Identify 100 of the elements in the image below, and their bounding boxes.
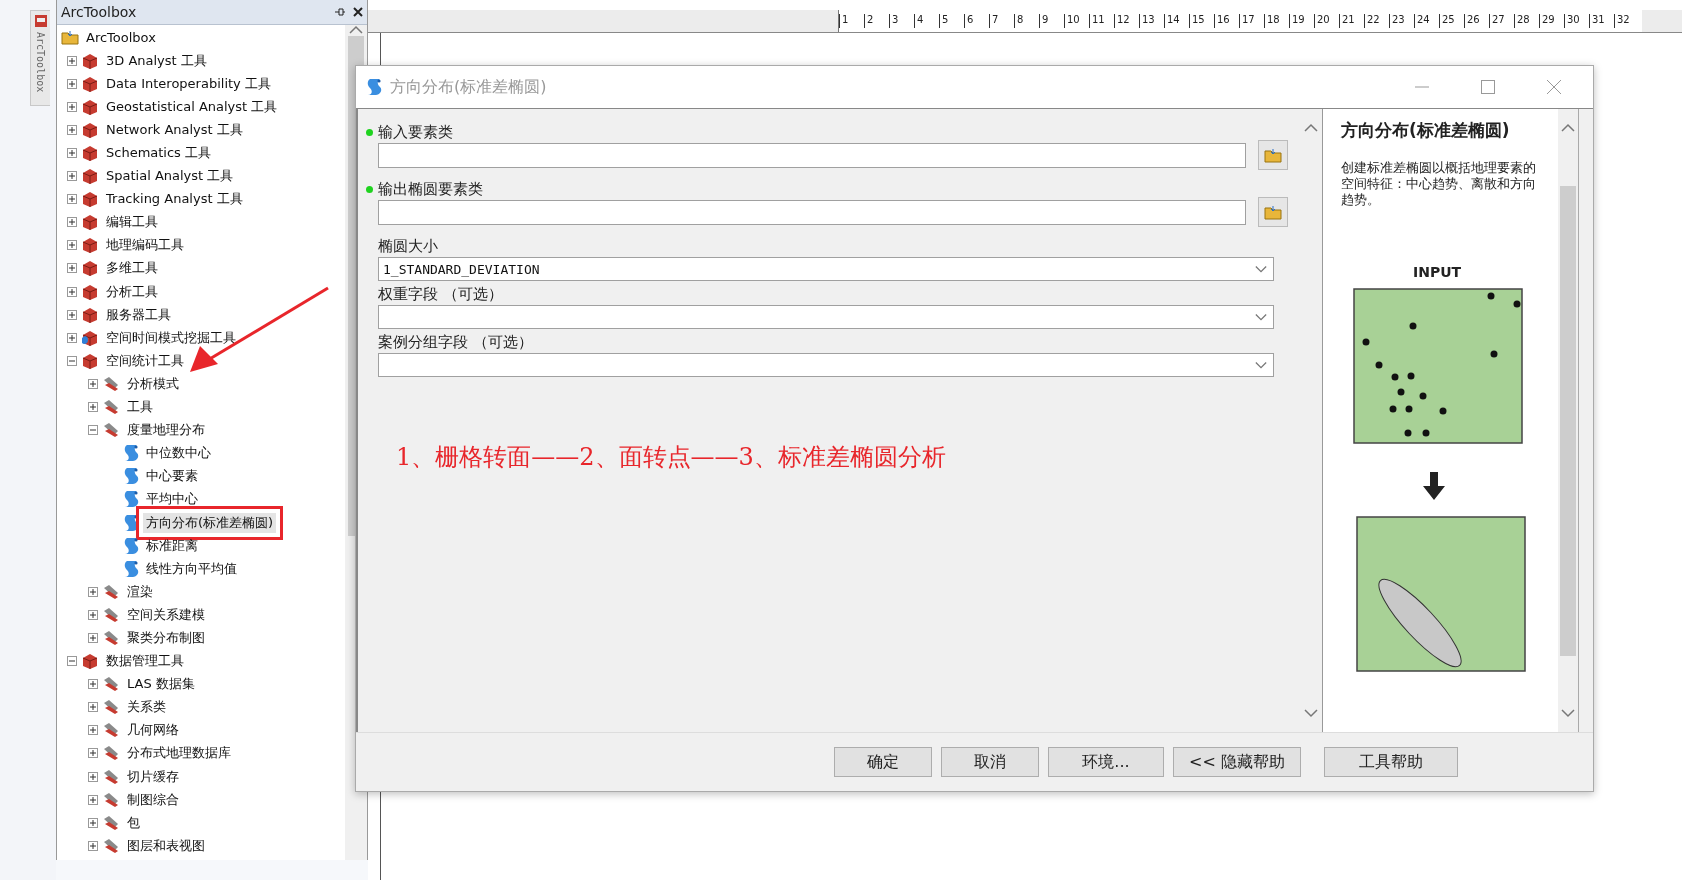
expand-icon[interactable]	[88, 679, 98, 690]
tree-item[interactable]: 聚类分布制图	[124, 628, 208, 648]
tree-item[interactable]: 标准距离	[143, 535, 201, 556]
scroll-down-icon[interactable]	[1304, 709, 1318, 718]
dropdown-field[interactable]: 1_STANDARD_DEVIATION	[378, 257, 1274, 281]
expand-icon[interactable]	[67, 217, 77, 228]
tree-item[interactable]: Data Interoperability 工具	[103, 73, 274, 94]
expand-icon[interactable]	[88, 702, 98, 713]
scroll-down-icon[interactable]	[1561, 709, 1575, 718]
tree-item[interactable]: LAS 数据集	[124, 674, 198, 695]
ruler-number: 7	[989, 14, 1014, 28]
expand-icon[interactable]	[67, 286, 77, 297]
expand-icon[interactable]	[88, 794, 98, 805]
ruler-number: 29	[1539, 14, 1564, 28]
tree-item[interactable]: Network Analyst 工具	[103, 119, 246, 140]
toolbox-icon	[81, 98, 99, 115]
scroll-up-icon[interactable]	[1561, 123, 1575, 132]
tree-item[interactable]: 平均中心	[143, 489, 201, 510]
tree-item[interactable]: 中位数中心	[143, 443, 214, 464]
ruler-number: 24	[1414, 14, 1439, 28]
dialog-button[interactable]: 确定	[834, 747, 932, 777]
tree-item[interactable]: 数据管理工具	[103, 651, 187, 672]
scroll-up-icon[interactable]	[349, 25, 363, 34]
toolbox-icon	[33, 14, 48, 28]
maximize-icon[interactable]	[1481, 80, 1495, 94]
expand-icon[interactable]	[88, 771, 98, 782]
tree-item[interactable]: 切片缓存	[124, 766, 182, 787]
tree-item[interactable]: ArcToolbox	[83, 29, 159, 47]
scroll-up-icon[interactable]	[1304, 123, 1318, 132]
close-icon[interactable]	[353, 7, 363, 17]
expand-icon[interactable]	[88, 840, 98, 851]
input-field[interactable]	[378, 143, 1246, 168]
expand-icon[interactable]	[67, 332, 77, 343]
tree-item[interactable]: 图层和表视图	[124, 835, 208, 856]
expand-icon[interactable]	[67, 124, 77, 135]
tree-item[interactable]: 服务器工具	[103, 304, 174, 325]
tree-item[interactable]: 几何网络	[124, 720, 182, 741]
tree-item[interactable]: 编辑工具	[103, 212, 161, 233]
tree-item[interactable]: 空间统计工具	[103, 350, 187, 371]
expand-icon[interactable]	[88, 817, 98, 828]
folder-icon	[1264, 204, 1282, 220]
parameter-label: 权重字段 （可选）	[378, 284, 503, 304]
expand-icon[interactable]	[88, 402, 98, 413]
dropdown-field[interactable]	[378, 353, 1274, 377]
expand-icon[interactable]	[88, 633, 98, 643]
tree-item[interactable]: 工具	[124, 397, 156, 418]
tree-item[interactable]: 关系类	[124, 697, 169, 718]
collapse-icon[interactable]	[88, 425, 98, 436]
tree-item[interactable]: 度量地理分布	[124, 420, 208, 441]
toolset-icon	[102, 399, 120, 416]
dropdown-caret-icon[interactable]	[1255, 312, 1267, 322]
expand-icon[interactable]	[67, 240, 77, 251]
collapse-icon[interactable]	[67, 355, 77, 366]
expand-icon[interactable]	[88, 748, 98, 759]
dialog-button[interactable]: << 隐藏帮助	[1173, 747, 1301, 777]
expand-icon[interactable]	[67, 101, 77, 112]
side-tab[interactable]: ArcToolbox	[30, 10, 50, 106]
tree-item[interactable]: 制图综合	[124, 789, 182, 810]
tree-item[interactable]: 分布式地理数据库	[124, 743, 234, 764]
parameter-label: 案例分组字段 （可选）	[378, 332, 533, 352]
tree-item[interactable]: 分析模式	[124, 373, 182, 394]
dialog-button[interactable]: 工具帮助	[1324, 747, 1458, 777]
expand-icon[interactable]	[67, 263, 77, 274]
expand-icon[interactable]	[67, 309, 77, 320]
expand-icon[interactable]	[67, 194, 77, 205]
dropdown-field[interactable]	[378, 305, 1274, 329]
tree-item[interactable]: 3D Analyst 工具	[103, 50, 210, 71]
tree-item[interactable]: Schematics 工具	[103, 143, 215, 163]
toolbox-icon	[81, 121, 99, 138]
toolbox-icon	[81, 52, 99, 69]
scrollbar-thumb[interactable]	[1560, 185, 1576, 656]
tree-item[interactable]: 空间关系建模	[124, 604, 208, 625]
tree-item[interactable]: 包	[124, 812, 143, 833]
expand-icon[interactable]	[88, 609, 98, 620]
collapse-icon[interactable]	[67, 656, 77, 667]
ruler-number: 10	[1064, 14, 1089, 28]
tree-item[interactable]: 分析工具	[103, 281, 161, 302]
tree-item[interactable]: 多维工具	[103, 258, 161, 279]
dropdown-caret-icon[interactable]	[1255, 360, 1267, 370]
tree-item[interactable]: Spatial Analyst 工具	[103, 166, 237, 187]
expand-icon[interactable]	[67, 171, 77, 182]
input-field[interactable]	[378, 200, 1246, 225]
expand-icon[interactable]	[88, 725, 98, 736]
tree-item[interactable]: 中心要素	[143, 466, 201, 487]
expand-icon[interactable]	[67, 55, 77, 66]
pin-icon[interactable]	[335, 7, 345, 17]
tree-item[interactable]: 地理编码工具	[103, 235, 187, 256]
expand-icon[interactable]	[88, 378, 98, 389]
dialog-button[interactable]: 环境...	[1048, 747, 1164, 777]
ruler-number: 4	[914, 14, 939, 28]
expand-icon[interactable]	[67, 78, 77, 89]
tree-item[interactable]: Geostatistical Analyst 工具	[103, 96, 281, 117]
tree-item[interactable]: Tracking Analyst 工具	[103, 189, 246, 210]
tree-item[interactable]: 线性方向平均值	[143, 558, 240, 579]
tree-item[interactable]: 渲染	[124, 581, 156, 602]
tree-item[interactable]: 空间时间模式挖掘工具	[103, 327, 239, 348]
dialog-button[interactable]: 取消	[941, 747, 1039, 777]
expand-icon[interactable]	[67, 148, 77, 158]
dropdown-caret-icon[interactable]	[1255, 264, 1267, 274]
expand-icon[interactable]	[88, 586, 98, 597]
